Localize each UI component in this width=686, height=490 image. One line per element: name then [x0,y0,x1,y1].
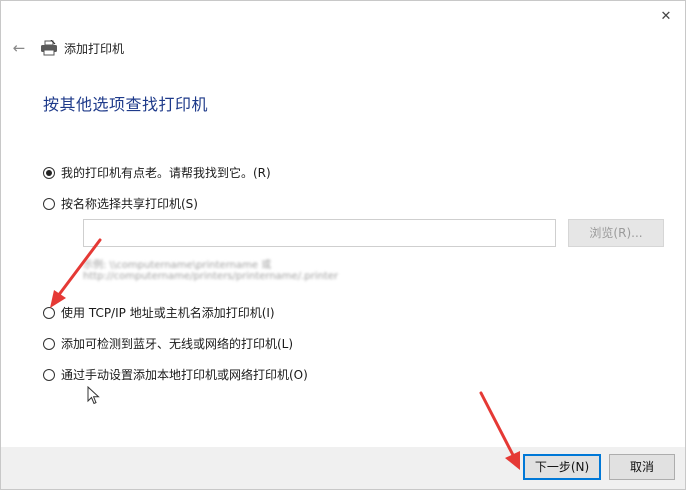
option-label: 添加可检测到蓝牙、无线或网络的打印机(L) [61,337,294,351]
example-text-line1: 示例: \\computername\printername 或 [83,260,272,271]
option-old-printer[interactable]: 我的打印机有点老。请帮我找到它。(R) [43,164,271,181]
add-printer-dialog: ✕ ← 添加打印机 按其他选项查找打印机 我的打印机有点老。请帮我找到它。(R)… [0,0,686,490]
radio-button[interactable] [43,197,55,210]
option-bluetooth-wireless-network[interactable]: 添加可检测到蓝牙、无线或网络的打印机(L) [43,335,293,352]
option-shared-printer[interactable]: 按名称选择共享打印机(S) [43,195,198,212]
next-button[interactable]: 下一步(N) [523,454,601,480]
option-label: 我的打印机有点老。请帮我找到它。(R) [61,166,271,180]
back-button[interactable]: ← [9,39,29,57]
radio-button[interactable] [43,337,55,350]
shared-printer-path-input[interactable] [83,219,556,247]
option-manual-local[interactable]: 通过手动设置添加本地打印机或网络打印机(O) [43,366,308,383]
close-icon: ✕ [660,9,672,24]
back-arrow-icon: ← [12,39,26,57]
radio-button[interactable] [43,166,55,179]
radio-button[interactable] [43,368,55,381]
option-label: 使用 TCP/IP 地址或主机名添加打印机(I) [61,306,275,320]
option-tcpip[interactable]: 使用 TCP/IP 地址或主机名添加打印机(I) [43,304,275,321]
close-button[interactable]: ✕ [655,7,677,27]
example-text-line2: http://computername/printers/printername… [83,271,339,282]
mouse-cursor-icon [87,386,100,405]
option-label: 通过手动设置添加本地打印机或网络打印机(O) [61,368,308,382]
radio-button[interactable] [43,306,55,319]
cancel-button[interactable]: 取消 [609,454,675,480]
browse-button[interactable]: 浏览(R)... [568,219,664,247]
printer-icon [41,40,57,56]
option-label: 按名称选择共享打印机(S) [61,197,198,211]
window-title: 添加打印机 [64,42,125,56]
page-heading: 按其他选项查找打印机 [43,95,209,114]
